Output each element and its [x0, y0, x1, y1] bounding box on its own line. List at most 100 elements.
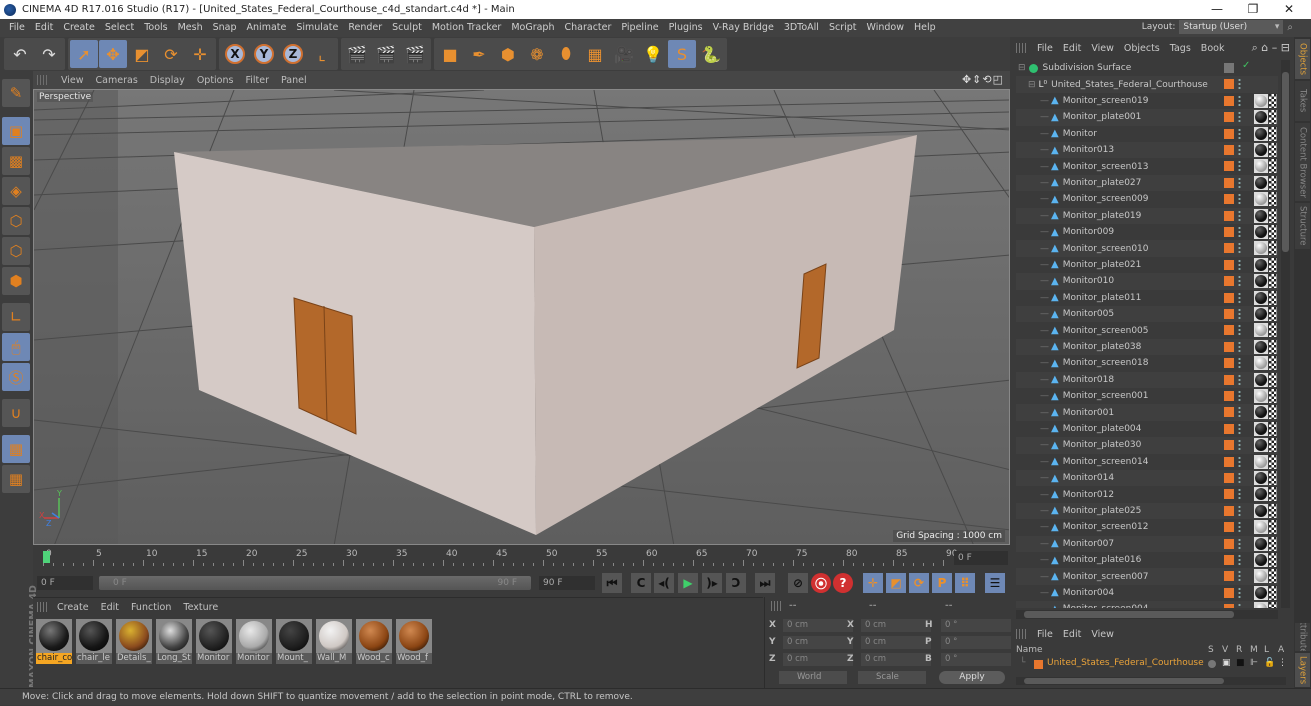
material-tag[interactable]: [1254, 471, 1268, 485]
visibility-dots[interactable]: [1238, 160, 1241, 173]
object-name[interactable]: Monitor_screen007: [1063, 572, 1149, 582]
layer-color-swatch[interactable]: [1224, 243, 1234, 254]
material-tag[interactable]: [1254, 225, 1268, 239]
layer-color-swatch[interactable]: [1224, 456, 1234, 467]
object-name[interactable]: United_States_Federal_Courthouse: [1051, 80, 1208, 90]
x-axis-button[interactable]: X: [221, 40, 249, 68]
visibility-dots[interactable]: [1238, 455, 1241, 468]
visibility-dots[interactable]: [1238, 472, 1241, 484]
visibility-dots[interactable]: [1238, 603, 1241, 608]
layer-flag-header-a[interactable]: A: [1278, 645, 1284, 655]
start-frame-field[interactable]: 0 F: [37, 576, 93, 590]
material-tag[interactable]: [1254, 339, 1268, 354]
layer-color-swatch[interactable]: [1224, 161, 1234, 172]
uvw-tag-icon[interactable]: [1269, 421, 1277, 436]
object-name[interactable]: Monitor_screen018: [1063, 358, 1149, 368]
menu-pipeline[interactable]: Pipeline: [616, 19, 663, 37]
menu-file[interactable]: File: [4, 19, 30, 37]
visibility-dots[interactable]: [1238, 554, 1241, 566]
material-swatch[interactable]: chair_co: [36, 619, 72, 665]
uvw-tag-icon[interactable]: [1269, 339, 1277, 354]
object-row[interactable]: — ▲ Monitor001: [1016, 404, 1278, 421]
visibility-dots[interactable]: [1238, 144, 1241, 156]
search-icon[interactable]: ⌕: [1287, 22, 1293, 33]
playhead[interactable]: [43, 551, 50, 563]
object-name[interactable]: Monitor_plate030: [1063, 440, 1142, 450]
object-name[interactable]: Monitor_screen001: [1063, 391, 1149, 401]
material-tag[interactable]: [1254, 454, 1268, 469]
points-mode-button[interactable]: ⬡: [2, 207, 30, 235]
enabled-check-icon[interactable]: ✓: [1242, 60, 1250, 71]
layer-color-swatch[interactable]: [1224, 128, 1234, 139]
coordinate-system-button[interactable]: ⌞: [308, 40, 336, 68]
layer-color-swatch[interactable]: [1224, 210, 1234, 221]
uvw-tag-icon[interactable]: [1269, 536, 1277, 551]
side-tab-layers[interactable]: Layers: [1295, 653, 1310, 687]
move-button[interactable]: ✥: [99, 40, 127, 68]
visibility-dots[interactable]: [1238, 209, 1241, 222]
object-row[interactable]: — ▲ Monitor_plate016: [1016, 552, 1278, 568]
uvw-tag-icon[interactable]: [1269, 372, 1277, 387]
menu-snap[interactable]: Snap: [208, 19, 242, 37]
uvw-tag-icon[interactable]: [1269, 520, 1277, 535]
lock-toggle-icon[interactable]: 🔓: [1264, 658, 1275, 668]
menu-plugins[interactable]: Plugins: [664, 19, 708, 37]
light-button[interactable]: 💡: [639, 40, 667, 68]
side-tab-structure[interactable]: Structure: [1295, 203, 1310, 249]
visibility-dots[interactable]: [1238, 373, 1241, 386]
object-row[interactable]: — ▲ Monitor010: [1016, 273, 1278, 290]
horizontal-scrollbar[interactable]: [1016, 677, 1286, 685]
goto-start-button[interactable]: ⏮: [602, 573, 622, 593]
object-menu-view[interactable]: View: [1086, 43, 1119, 54]
material-tag[interactable]: [1254, 585, 1268, 600]
uvw-tag-icon[interactable]: [1269, 93, 1277, 108]
uvw-tag-icon[interactable]: [1269, 553, 1277, 567]
uvw-tag-icon[interactable]: [1269, 487, 1277, 502]
object-name[interactable]: Monitor_plate027: [1063, 178, 1142, 188]
uvw-tag-icon[interactable]: [1269, 241, 1277, 256]
material-swatch[interactable]: Wood_c: [356, 619, 392, 665]
menu-edit[interactable]: Edit: [30, 19, 58, 37]
layer-color-swatch[interactable]: [1224, 604, 1234, 608]
step-back-button[interactable]: ◂(: [654, 573, 674, 593]
layer-color-swatch[interactable]: [1224, 341, 1234, 352]
visibility-dots[interactable]: [1238, 406, 1241, 419]
viewport-menu-filter[interactable]: Filter: [239, 75, 275, 86]
viewport-navigation-icons[interactable]: ✥⇕⟲◰: [962, 73, 1004, 86]
material-swatch[interactable]: Monitor: [196, 619, 232, 665]
material-tag[interactable]: [1254, 503, 1268, 518]
visibility-dots[interactable]: [1238, 127, 1241, 140]
layer-menu-view[interactable]: View: [1086, 629, 1119, 640]
visibility-dots[interactable]: [1238, 390, 1241, 402]
material-tag[interactable]: [1254, 405, 1268, 420]
material-tag[interactable]: [1254, 93, 1268, 108]
horizontal-scrollbar[interactable]: [1016, 610, 1278, 619]
object-name[interactable]: Monitor_screen009: [1063, 194, 1149, 204]
visibility-dots[interactable]: [1238, 258, 1241, 271]
polygons-mode-button[interactable]: ⬢: [2, 267, 30, 295]
object-menu-edit[interactable]: Edit: [1058, 43, 1086, 54]
menu-tools[interactable]: Tools: [139, 19, 172, 37]
menu-animate[interactable]: Animate: [242, 19, 292, 37]
object-name[interactable]: Monitor_plate025: [1063, 506, 1142, 516]
goto-end-button[interactable]: ⏭: [755, 573, 775, 593]
coord-c-field[interactable]: 0 °: [941, 619, 1011, 632]
minimize-icon[interactable]: –: [1272, 41, 1278, 54]
record-keys-button[interactable]: ⦿: [811, 573, 831, 593]
layer-color-swatch[interactable]: [1224, 112, 1234, 123]
object-name[interactable]: Monitor010: [1063, 276, 1114, 286]
object-name[interactable]: Monitor014: [1063, 473, 1114, 483]
coord-b-field[interactable]: 0 cm: [861, 653, 931, 666]
goto-prev-key-button[interactable]: C: [631, 573, 651, 593]
material-tag[interactable]: [1254, 307, 1268, 321]
size-mode-dropdown[interactable]: Scale: [858, 671, 926, 684]
layer-color-swatch[interactable]: [1034, 660, 1043, 669]
menu-sculpt[interactable]: Sculpt: [387, 19, 427, 37]
frame-range-slider[interactable]: 0 F 90 F: [99, 576, 531, 590]
uvw-tag-icon[interactable]: [1269, 274, 1277, 289]
object-name[interactable]: Monitor_plate001: [1063, 112, 1142, 122]
grip-handle[interactable]: [771, 601, 781, 611]
autokey-help-button[interactable]: ?: [833, 573, 853, 593]
key-param-button[interactable]: P: [932, 573, 952, 593]
side-tab-takes[interactable]: Takes: [1295, 81, 1310, 121]
